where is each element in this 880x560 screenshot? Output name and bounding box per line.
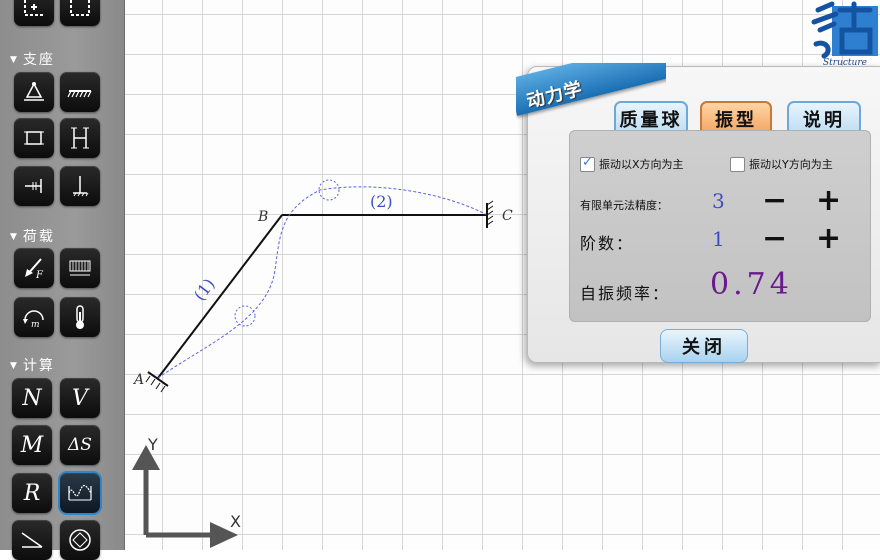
axis-label-x: X (230, 512, 241, 531)
node-label-b: B (258, 209, 269, 225)
member-label-2: (2) (370, 192, 393, 211)
y-direction-checkbox[interactable] (730, 156, 745, 172)
collapse-triangle-icon: ▼ (10, 55, 19, 65)
vibration-wave-icon (68, 484, 92, 501)
precision-increase-button[interactable]: + (816, 186, 841, 216)
section-title-calculation: ▼ 计算 (10, 355, 55, 375)
frequency-label: 自振频率： (580, 284, 671, 303)
precision-label: 有限单元法精度： (580, 199, 668, 212)
coordinate-axes (132, 445, 238, 548)
x-direction-checkbox[interactable] (580, 155, 595, 172)
frame-tool-1[interactable] (14, 0, 54, 26)
distributed-load-tool[interactable] (60, 248, 100, 288)
axis-label-y: Y (148, 435, 158, 454)
svg-text:F: F (35, 270, 44, 281)
dialog-body: 振动以X方向为主 振动以Y方向为主 有限单元法精度： 3 − + 阶数： 1 −… (569, 130, 871, 322)
pin-support-tool[interactable] (14, 72, 54, 112)
x-direction-label: 振动以X方向为主 (599, 158, 684, 171)
displacement-button[interactable]: ΔS (60, 425, 100, 465)
structure-master-logo: Structure Master (810, 0, 880, 78)
order-increase-button[interactable]: + (816, 224, 841, 254)
slider-support-tool-1[interactable] (14, 166, 54, 206)
collapse-triangle-icon: ▼ (10, 361, 19, 371)
y-direction-option[interactable]: 振动以Y方向为主 (730, 156, 833, 172)
moment-button[interactable]: M (12, 425, 52, 465)
section-label: 计算 (22, 358, 55, 374)
section-title-supports: ▼ 支座 (10, 49, 55, 69)
dynamics-button[interactable] (60, 473, 100, 513)
order-label: 阶数： (580, 234, 635, 253)
moment-load-tool[interactable]: m (14, 297, 54, 337)
beam-support-tool-2[interactable] (60, 118, 100, 158)
axial-force-button[interactable]: N (12, 378, 52, 418)
order-decrease-button[interactable]: − (762, 224, 787, 254)
member-1-line[interactable] (157, 214, 283, 379)
beam-support-tool-1[interactable] (14, 118, 54, 158)
model-view-tool[interactable] (60, 520, 100, 560)
tool-sidebar: ▼ 支座 ▼ 荷载 F m ▼ 计算 N V M ΔS R (0, 0, 125, 560)
node-label-a: A (134, 372, 145, 388)
point-force-tool[interactable]: F (14, 248, 54, 288)
temperature-load-tool[interactable] (60, 297, 100, 337)
section-label: 支座 (22, 52, 55, 68)
x-direction-option[interactable]: 振动以X方向为主 (580, 155, 684, 172)
logo-mark-icon (811, 1, 878, 59)
precision-value: 3 (712, 189, 725, 213)
mass-ball-2[interactable] (318, 179, 340, 201)
collapse-triangle-icon: ▼ (10, 232, 19, 242)
influence-line-tool[interactable] (12, 520, 52, 560)
fixed-support-a[interactable] (145, 371, 169, 393)
fixed-support-c[interactable] (486, 200, 494, 228)
roller-support-tool[interactable] (60, 72, 100, 112)
order-value: 1 (712, 227, 725, 251)
mass-ball-1[interactable] (234, 305, 256, 327)
frequency-value: 0.74 (710, 267, 793, 302)
frame-tool-2[interactable] (60, 0, 100, 26)
svg-text:m: m (31, 320, 40, 330)
dynamics-dialog: 动力学 质量球 振型 说明 振动以X方向为主 振动以Y方向为主 有限单元法精度：… (516, 63, 880, 363)
shear-force-button[interactable]: V (60, 378, 100, 418)
section-title-loads: ▼ 荷载 (10, 226, 55, 246)
node-label-c: C (502, 208, 513, 224)
precision-decrease-button[interactable]: − (762, 186, 787, 216)
y-direction-label: 振动以Y方向为主 (749, 158, 833, 171)
reaction-button[interactable]: R (12, 473, 52, 513)
section-label: 荷载 (22, 229, 55, 245)
slider-support-tool-2[interactable] (60, 166, 100, 206)
close-button[interactable]: 关闭 (660, 329, 748, 363)
